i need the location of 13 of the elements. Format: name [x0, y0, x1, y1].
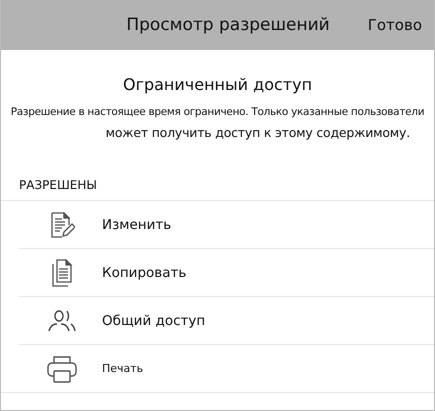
screen-title: Просмотр разрешений [126, 15, 330, 35]
notice-text: может получить доступ к этому содержимому. [106, 125, 410, 140]
permission-label: Копировать [102, 264, 186, 280]
permission-label: Печать [102, 362, 144, 375]
people-icon [46, 308, 78, 332]
done-button[interactable]: Готово [368, 16, 422, 34]
permission-label: Общий доступ [102, 312, 206, 328]
permission-label: Изменить [102, 216, 172, 232]
notice-title: Ограниченный доступ [122, 75, 312, 94]
notice-text: Разрешение в настоящее время ограничено. Только указанные пользователи [10, 106, 424, 118]
section-title: РАЗРЕШЕНЫ [19, 178, 97, 192]
printer-icon [46, 354, 78, 382]
document-pencil-icon [48, 212, 74, 238]
